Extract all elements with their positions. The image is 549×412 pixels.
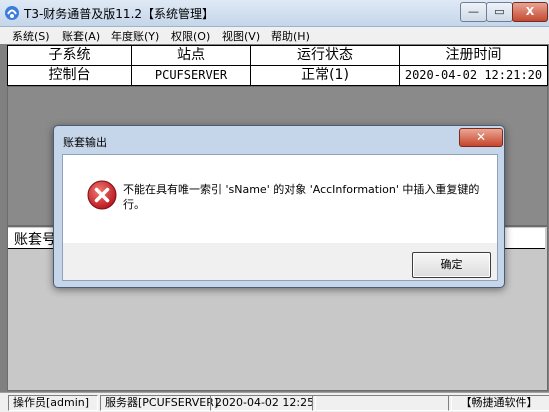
header-register-time: 注册时间 [445,47,502,63]
header-status: 运行状态 [251,46,400,65]
menu-bar: 系统(S) 账套(A) 年度账(Y) 权限(O) 视图(V) 帮助(H) [0,27,549,44]
menu-year-account[interactable]: 年度账(Y) [111,28,159,44]
error-dialog: 账套输出 ✕ 不能在具有唯一索引 'sName' 的对象 'AccInforma… [53,125,505,288]
status-operator: 操作员[admin] [8,395,98,411]
cell-register-time: 2020-04-02 12:21:20 [404,68,543,82]
menu-account[interactable]: 账套(A) [62,28,100,44]
close-button[interactable]: X [512,2,548,22]
cell-subsystem: 控制台 [8,66,132,85]
header-site: 站点 [132,46,251,65]
app-icon [4,5,20,21]
grid-header-row: 子系统 站点 运行状态 注册时间 [8,46,547,65]
table-row[interactable]: 控制台 PCUFSERVER 正常(1) 2020-04-02 12:21:20 [8,65,547,85]
account-number-header: 账套号 [14,232,56,248]
minimize-button[interactable]: — [460,2,487,22]
window-title: T3-财务通普及版11.2【系统管理】 [24,7,215,21]
error-icon [87,180,117,210]
header-subsystem: 子系统 [8,46,132,65]
menu-permission[interactable]: 权限(O) [171,28,210,44]
dialog-title: 账套输出 [63,136,107,149]
menu-system[interactable]: 系统(S) [12,28,50,44]
status-brand: 【畅捷通软件】 [448,395,549,411]
menu-help[interactable]: 帮助(H) [271,28,310,44]
cell-status: 正常(1) [251,66,400,85]
ok-button[interactable]: 确定 [412,252,491,278]
status-bar: 操作员[admin] 服务器[PCUFSERVER] 2020-04-02 12… [0,392,549,412]
error-message: 不能在具有唯一索引 'sName' 的对象 'AccInformation' 中… [123,183,480,211]
dialog-body: 不能在具有唯一索引 'sName' 的对象 'AccInformation' 中… [62,154,498,281]
status-server: 服务器[PCUFSERVER] [100,395,218,411]
status-empty [312,395,452,411]
maximize-button[interactable]: ▭ [486,2,513,22]
cell-site: PCUFSERVER [132,66,251,85]
menu-view[interactable]: 视图(V) [222,28,260,44]
dialog-close-button[interactable]: ✕ [459,128,503,147]
status-time: 2020-04-02 12:25 [210,395,316,411]
subsystem-grid[interactable]: 子系统 站点 运行状态 注册时间 控制台 PCUFSERVER 正常(1) 20… [7,45,548,86]
title-bar: T3-财务通普及版11.2【系统管理】 — ▭ X [0,0,549,27]
